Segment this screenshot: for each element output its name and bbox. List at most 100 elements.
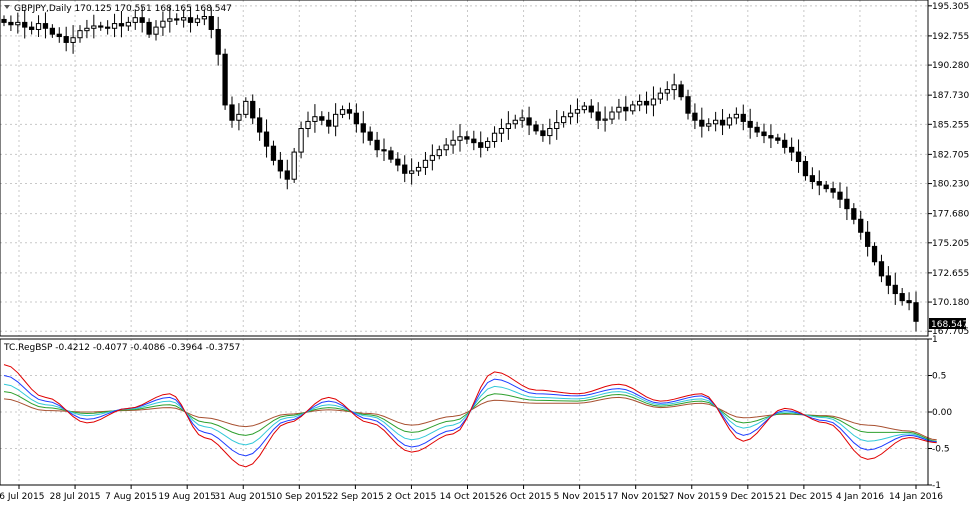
candle-body-down <box>678 84 684 98</box>
candle-body-down <box>360 123 366 133</box>
candle-body-up <box>484 140 491 148</box>
candle-body-up <box>706 123 712 127</box>
price-tick-label: 195.305 <box>932 2 969 12</box>
candle-body-down <box>367 131 373 141</box>
price-tick-label: 192.755 <box>932 32 969 42</box>
time-tick-label: 19 Aug 2015 <box>158 492 216 502</box>
candle-body-down <box>719 119 726 126</box>
candle-body-down <box>823 184 829 190</box>
indicator-tick-label: 0.00 <box>932 408 952 418</box>
candle-body-up <box>111 23 118 29</box>
candle-body-up <box>609 111 615 120</box>
candle-body-down <box>685 96 691 114</box>
time-tick-label: 4 Jan 2016 <box>836 492 884 502</box>
candle-body-up <box>84 27 90 32</box>
candle-body-down <box>256 117 263 133</box>
candle-body-down <box>830 188 836 193</box>
candle-body-up <box>574 109 581 114</box>
candle-body-down <box>844 198 850 210</box>
indicator-tick-label: -0.5 <box>932 445 950 455</box>
candle-body-down <box>754 126 760 133</box>
candle-body-up <box>422 159 429 168</box>
candle-body-down <box>878 261 885 277</box>
candle-body-down <box>478 142 484 148</box>
candle-body-down <box>42 23 49 29</box>
candle-body-up <box>160 20 166 28</box>
candle-body-up <box>180 17 187 21</box>
time-tick-label: 26 Oct 2015 <box>496 492 552 502</box>
candle-body-down <box>526 117 532 126</box>
candle-body-down <box>595 111 601 121</box>
candle-body-up <box>630 104 636 112</box>
candle-body-up <box>602 118 608 121</box>
candle-body-down <box>402 164 408 174</box>
candle-body-down <box>643 100 650 106</box>
candle-body-up <box>616 106 622 113</box>
time-tick-label: 14 Jan 2016 <box>889 492 943 502</box>
candle-body-down <box>22 21 28 28</box>
candle-body-down <box>215 28 221 55</box>
candle-body-down <box>782 139 788 148</box>
candle-body-down <box>187 17 194 23</box>
candle-body-up <box>547 128 553 137</box>
candle-body-up <box>657 92 664 100</box>
candle-body-down <box>892 284 898 295</box>
candle-body-up <box>512 119 518 125</box>
indicator-tick-label: 0.5 <box>932 372 946 382</box>
candle-body-up <box>567 112 574 118</box>
candle-body-up <box>35 23 42 30</box>
candle-body-up <box>312 116 318 122</box>
time-tick-label: 9 Dec 2015 <box>722 492 774 502</box>
candle-body-up <box>167 18 173 22</box>
candle-body-down <box>395 158 401 166</box>
candle-body-down <box>174 18 180 21</box>
candle-body-down <box>56 33 62 38</box>
candle-body-up <box>436 149 442 157</box>
candle-body-up <box>298 128 304 153</box>
candle-body-down <box>809 175 816 183</box>
candle-body-up <box>91 25 97 29</box>
candle-body-down <box>913 302 919 322</box>
candle-body-down <box>63 36 69 43</box>
time-tick-label: 5 Nov 2015 <box>554 492 606 502</box>
indicator-header: TC.RegBSP -0.4212 -0.4077 -0.4086 -0.396… <box>3 343 240 353</box>
time-tick-label: 31 Aug 2015 <box>214 492 272 502</box>
price-tick-label: 175.205 <box>932 239 969 249</box>
current-price-label: 168.547 <box>931 320 968 330</box>
candle-body-up <box>650 98 657 106</box>
candle-body-up <box>450 139 456 146</box>
candle-body-down <box>319 116 325 121</box>
candle-body-down <box>871 245 878 263</box>
time-tick-label: 2 Oct 2015 <box>386 492 436 502</box>
candle-body-down <box>906 300 912 304</box>
candle-body-down <box>28 26 35 30</box>
candle-body-down <box>346 109 353 114</box>
time-tick-label: 7 Aug 2015 <box>105 492 157 502</box>
candle-body-down <box>885 275 892 286</box>
candle-body-down <box>104 26 111 29</box>
candle-body-down <box>795 151 802 163</box>
candle-body-up <box>77 30 83 39</box>
candle-body-up <box>339 109 346 115</box>
candle-body-up <box>125 21 132 27</box>
candle <box>222 48 228 110</box>
candle-body-down <box>8 21 14 26</box>
candle-body-up <box>194 18 201 23</box>
candle-body-up <box>332 113 339 127</box>
symbol-header: GBPJPY,Daily 170.125 170.551 168.165 168… <box>14 4 232 14</box>
candle-body-up <box>443 144 449 151</box>
candle-body-down <box>326 119 332 127</box>
candle-body-up <box>733 113 740 119</box>
gbpjpy-chart[interactable]: 195.305 192.755 190.280 187.730 185.255 182.7… <box>0 0 980 508</box>
time-tick-label: 16 Jul 2015 <box>0 492 44 502</box>
candle-body-down <box>118 23 125 27</box>
candle-body-down <box>208 16 214 30</box>
candle-body-up <box>554 122 560 130</box>
candle-body-up <box>505 123 512 130</box>
candle-body-up <box>153 26 159 35</box>
candle-body-up <box>243 100 249 115</box>
time-tick-label: 28 Jul 2015 <box>50 492 101 502</box>
chart-background <box>0 0 980 508</box>
price-tick-label: 187.730 <box>932 91 969 101</box>
price-tick-label: 185.255 <box>932 120 969 130</box>
